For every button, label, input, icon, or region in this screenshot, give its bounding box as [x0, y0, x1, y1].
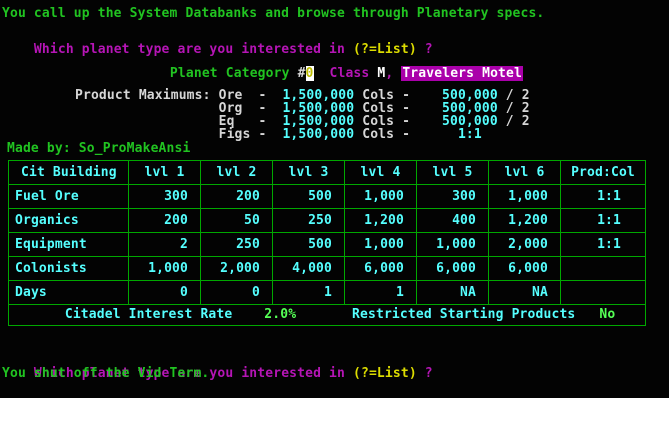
question-mark: ?	[417, 366, 433, 381]
table-header-lvl6: lvl 6	[489, 161, 561, 185]
planet-type-name: Travelers Motel	[401, 66, 523, 81]
table-cell: 1,200	[489, 209, 561, 233]
pm-row-figs: Figs - 1,500,000 Cols - 1:1	[75, 128, 530, 141]
question-hint: (?=List)	[353, 366, 417, 381]
table-row-label: Equipment	[9, 233, 129, 257]
table-header-lvl1: lvl 1	[129, 161, 201, 185]
table-cell: 1:1	[561, 185, 645, 209]
table-cell: 1,200	[345, 209, 417, 233]
table-cell: 6,000	[345, 257, 417, 281]
interest-rate-value: 2.0%	[264, 308, 296, 321]
table-cell: 1,000	[345, 185, 417, 209]
restricted-products-value: No	[599, 308, 615, 321]
command-prompt-line: Computer command [TL=00:00:00]:[ ] (?=He…	[2, 390, 425, 398]
table-cell: 6,000	[489, 257, 561, 281]
table-cell: 200	[201, 185, 273, 209]
table-cell: 300	[129, 185, 201, 209]
table-cell: 1,000	[129, 257, 201, 281]
restricted-products-label: Restricted Starting Products	[352, 308, 575, 321]
table-header-lvl3: lvl 3	[273, 161, 345, 185]
planet-spec-table: Cit Building lvl 1 lvl 2 lvl 3 lvl 4 lvl…	[8, 160, 646, 326]
category-label: Planet Category	[170, 66, 298, 81]
table-row-label: Organics	[9, 209, 129, 233]
intro-line: You call up the System Databanks and bro…	[2, 7, 544, 20]
table-cell: 1	[345, 281, 417, 305]
table-cell: 2,000	[489, 233, 561, 257]
table-cell: 0	[201, 281, 273, 305]
table-cell: 1:1	[561, 233, 645, 257]
table-cell: 200	[129, 209, 201, 233]
table-cell: 0	[129, 281, 201, 305]
table-row-label: Fuel Ore	[9, 185, 129, 209]
table-row-label: Days	[9, 281, 129, 305]
table-header-lvl4: lvl 4	[345, 161, 417, 185]
table-cell	[561, 281, 645, 305]
made-by-line: Made by: So_ProMakeAnsi	[7, 142, 190, 155]
table-cell: 6,000	[417, 257, 489, 281]
table-header-cit-building: Cit Building	[9, 161, 129, 185]
table-cell: 250	[273, 209, 345, 233]
table-cell: 1	[273, 281, 345, 305]
table-header-prodcol: Prod:Col	[561, 161, 645, 185]
table-footer-row: Citadel Interest Rate 2.0% Restricted St…	[9, 305, 645, 324]
table-cell: 1,000	[345, 233, 417, 257]
table-cell: 400	[417, 209, 489, 233]
terminal-screen: You call up the System Databanks and bro…	[0, 0, 669, 398]
table-cell: 500	[273, 233, 345, 257]
table-cell: 1:1	[561, 209, 645, 233]
table-cell: NA	[489, 281, 561, 305]
table-header-lvl5: lvl 5	[417, 161, 489, 185]
interest-rate-label: Citadel Interest Rate	[65, 308, 233, 321]
table-cell: 500	[273, 185, 345, 209]
table-cell: 1,000	[417, 233, 489, 257]
category-number: 0	[306, 66, 314, 81]
table-cell: NA	[417, 281, 489, 305]
table-row-label: Colonists	[9, 257, 129, 281]
table-cell: 1,000	[489, 185, 561, 209]
product-maximums: Product Maximums: Ore - 1,500,000 Cols -…	[75, 89, 530, 141]
table-cell	[561, 257, 645, 281]
table-cell: 50	[201, 209, 273, 233]
table-cell: 250	[201, 233, 273, 257]
table-header-lvl2: lvl 2	[201, 161, 273, 185]
table-cell: 2,000	[201, 257, 273, 281]
table-cell: 4,000	[273, 257, 345, 281]
class-label: Class	[330, 66, 378, 81]
vid-term-off-line: You shut off the Vid Term.	[2, 367, 209, 380]
table-cell: 300	[417, 185, 489, 209]
table-cell: 2	[129, 233, 201, 257]
category-hash: #	[298, 66, 306, 81]
